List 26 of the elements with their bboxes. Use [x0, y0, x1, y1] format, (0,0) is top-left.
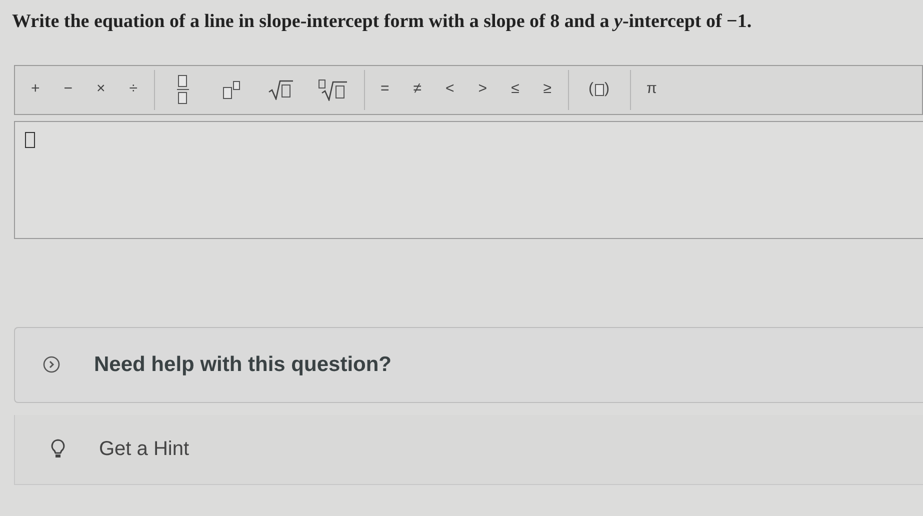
open-paren: (	[588, 79, 594, 100]
question-text: Write the equation of a line in slope-intercept form with a slope of 8 and a y-intercept of −1.	[12, 10, 753, 34]
parentheses-button[interactable]: ( )	[572, 68, 626, 112]
cursor-placeholder-icon	[25, 132, 35, 148]
symbol-button[interactable]: +	[19, 68, 52, 112]
symbol-button[interactable]: ≥	[531, 68, 564, 112]
placeholder-box-icon	[178, 75, 188, 87]
placeholder-box-icon	[594, 84, 604, 96]
help-panel[interactable]: Need help with this question?	[14, 326, 923, 402]
lightbulb-icon	[51, 439, 65, 459]
symbol-button[interactable]: =	[368, 68, 402, 112]
symbol-button[interactable]: >	[466, 68, 500, 112]
symbol-button[interactable]: π	[634, 68, 669, 112]
placeholder-box-icon	[178, 92, 188, 104]
symbol-button[interactable]: −	[52, 68, 85, 112]
nth-root-icon	[318, 78, 348, 100]
square-root-icon	[268, 80, 294, 100]
symbol-button[interactable]: <	[434, 68, 466, 112]
symbol-button[interactable]: ≤	[499, 68, 532, 112]
symbol-button[interactable]: ×	[84, 68, 118, 112]
answer-field[interactable]	[14, 120, 923, 238]
hint-button[interactable]: Get a Hint	[14, 414, 923, 484]
symbol-button[interactable]: ≠	[401, 68, 434, 112]
symbol-button[interactable]: ÷	[117, 68, 150, 112]
placeholder-box-icon	[222, 86, 232, 98]
close-paren: )	[604, 79, 610, 100]
